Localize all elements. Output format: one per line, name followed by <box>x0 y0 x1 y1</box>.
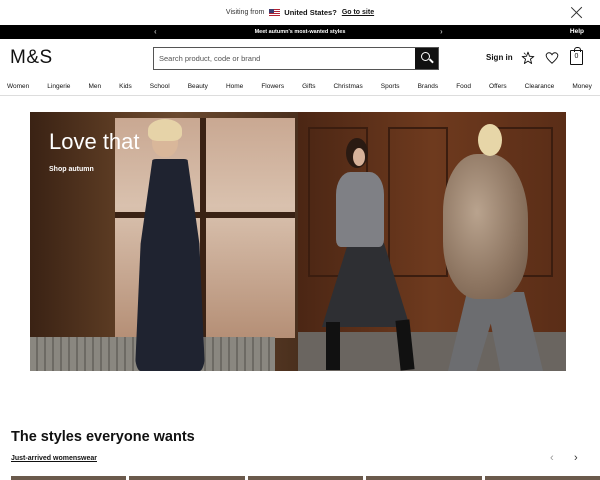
promo-bar: ‹ Meet autumn's most-wanted styles › Hel… <box>0 25 600 39</box>
hero-title: Love that <box>49 129 140 154</box>
nav-item-brands[interactable]: Brands <box>418 83 439 90</box>
nav-item-christmas[interactable]: Christmas <box>333 83 362 90</box>
nav-item-men[interactable]: Men <box>88 83 101 90</box>
product-thumbnail[interactable] <box>366 476 482 480</box>
nav-item-flowers[interactable]: Flowers <box>261 83 284 90</box>
nav-item-gifts[interactable]: Gifts <box>302 83 315 90</box>
help-link[interactable]: Help <box>570 28 584 35</box>
product-thumbnail[interactable] <box>11 476 127 480</box>
promo-prev-chevron-icon[interactable]: ‹ <box>154 27 157 36</box>
carousel-prev-chevron-icon[interactable]: ‹ <box>550 452 554 464</box>
search-input[interactable] <box>154 48 415 69</box>
visiting-country: United States? <box>284 8 337 17</box>
sparks-star-icon[interactable] <box>521 51 535 65</box>
just-arrived-womenswear-link[interactable]: Just-arrived womenswear <box>11 455 97 462</box>
nav-item-sports[interactable]: Sports <box>381 83 400 90</box>
nav-item-clearance[interactable]: Clearance <box>525 83 555 90</box>
us-flag-icon <box>269 9 281 16</box>
site-header: M&S Sign in 0 <box>0 39 600 77</box>
promo-next-chevron-icon[interactable]: › <box>440 27 443 36</box>
close-icon[interactable] <box>570 6 583 19</box>
wishlist-heart-icon[interactable] <box>545 51 559 65</box>
nav-item-money[interactable]: Money <box>572 83 592 90</box>
shop-autumn-link[interactable]: Shop autumn <box>49 166 94 173</box>
sign-in-link[interactable]: Sign in <box>486 53 513 62</box>
nav-item-kids[interactable]: Kids <box>119 83 132 90</box>
ms-logo[interactable]: M&S <box>10 47 53 69</box>
nav-item-home[interactable]: Home <box>226 83 243 90</box>
go-to-site-link[interactable]: Go to site <box>342 9 374 16</box>
nav-item-offers[interactable]: Offers <box>489 83 507 90</box>
visiting-bar: Visiting from United States? Go to site <box>0 0 600 25</box>
model-in-fur-coat <box>443 154 528 299</box>
nav-item-beauty[interactable]: Beauty <box>188 83 208 90</box>
nav-item-school[interactable]: School <box>150 83 170 90</box>
promo-text[interactable]: Meet autumn's most-wanted styles <box>255 29 346 35</box>
product-carousel <box>11 476 600 480</box>
search-button[interactable] <box>415 48 438 69</box>
product-thumbnail[interactable] <box>247 476 364 480</box>
visiting-label: Visiting from <box>225 9 265 16</box>
main-nav: Women Lingerie Men Kids School Beauty Ho… <box>0 77 600 96</box>
carousel-next-chevron-icon[interactable]: › <box>574 452 578 464</box>
search-bar <box>153 47 439 70</box>
hero-image-right <box>298 112 566 371</box>
product-thumbnail[interactable] <box>129 476 245 480</box>
product-thumbnail[interactable] <box>484 476 600 480</box>
section-title: The styles everyone wants <box>11 429 195 445</box>
nav-item-lingerie[interactable]: Lingerie <box>47 83 70 90</box>
model-in-black-dress <box>130 117 210 371</box>
nav-item-food[interactable]: Food <box>456 83 471 90</box>
nav-item-women[interactable]: Women <box>7 83 29 90</box>
shopping-bag-icon[interactable]: 0 <box>570 47 583 65</box>
hero-banner[interactable]: Love that Shop autumn <box>30 112 566 371</box>
